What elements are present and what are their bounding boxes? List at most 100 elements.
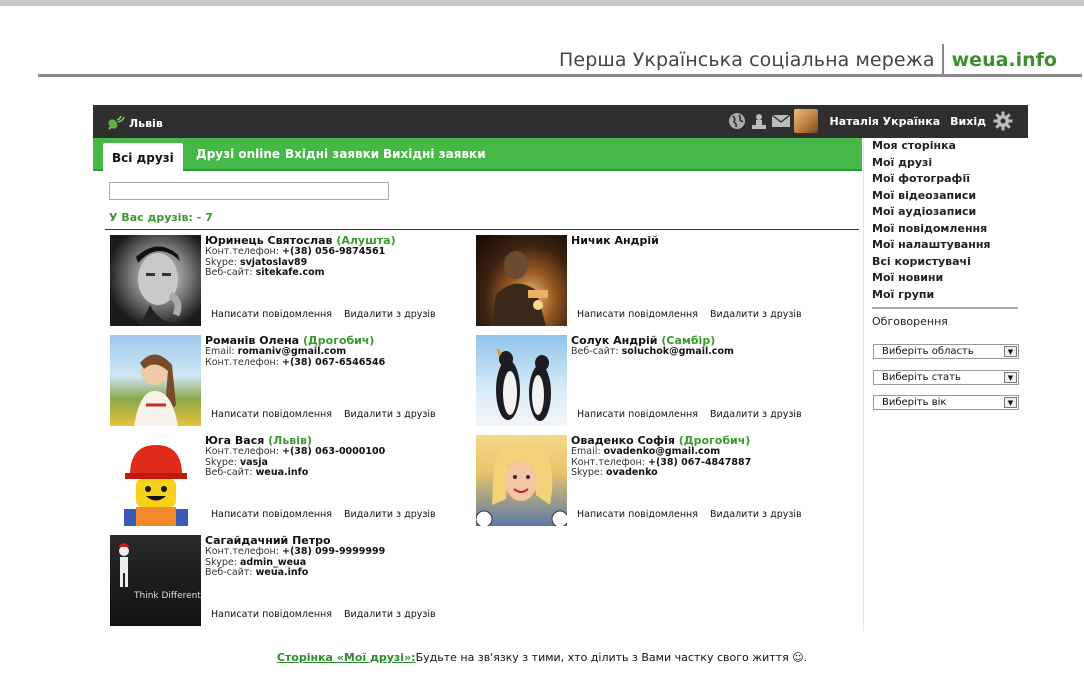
globe-icon[interactable]	[726, 109, 748, 133]
gear-icon[interactable]	[992, 109, 1014, 133]
region-select[interactable]: Виберіть область ▼	[873, 344, 1019, 359]
write-message-link[interactable]: Написати повідомлення	[211, 409, 332, 420]
friend-info: Солук Андрій (Самбір) Веб-сайт: soluchok…	[571, 335, 831, 358]
app-window: Львів Наталія Українка Вихід Всі друзі Д…	[93, 105, 1028, 631]
site-header: Перша Українська соціальна мережа weua.i…	[559, 44, 1057, 76]
friend-website: Веб-сайт: sitekafe.com	[205, 267, 325, 278]
site-tagline: Перша Українська соціальна мережа	[559, 49, 935, 71]
friend-info: Ничик Андрій	[571, 235, 831, 247]
friend-card: Юринець Святослав (Алушта) Конт.телефон:…	[105, 231, 465, 326]
friend-actions: Написати повідомлення Видалити з друзів	[577, 309, 802, 320]
user-avatar[interactable]	[793, 109, 818, 133]
remove-friend-link[interactable]: Видалити з друзів	[710, 309, 802, 320]
city-indicator[interactable]: Львів	[107, 115, 163, 131]
remove-friend-link[interactable]: Видалити з друзів	[344, 409, 436, 420]
friend-card: Think Different Сагайдачний Петро Конт.т…	[105, 531, 465, 626]
friend-info: Юга Вася (Львів) Конт.телефон: +(38) 063…	[205, 435, 465, 479]
gender-select[interactable]: Виберіть стать ▼	[873, 370, 1019, 385]
write-message-link[interactable]: Написати повідомлення	[211, 609, 332, 620]
friend-name[interactable]: Ничик Андрій	[571, 234, 659, 247]
city-name: Львів	[129, 116, 163, 130]
tab-all-friends[interactable]: Всі друзі	[103, 143, 183, 173]
caption-link[interactable]: Сторінка «Мої друзі»:	[277, 651, 416, 664]
logout-link[interactable]: Вихід	[950, 115, 986, 128]
chevron-down-icon[interactable]: ▼	[1004, 372, 1017, 383]
write-message-link[interactable]: Написати повідомлення	[577, 309, 698, 320]
friends-count: У Вас друзів: - 7	[109, 211, 213, 224]
sidebar: Моя сторінка Мої друзі Мої фотографії Мо…	[863, 138, 1028, 631]
friend-website: Веб-сайт: weua.info	[205, 567, 309, 578]
photo-caption: Think Different	[133, 591, 201, 601]
tab-friends-online[interactable]: Друзі online	[196, 147, 280, 161]
friend-actions: Написати повідомлення Видалити з друзів	[577, 509, 802, 520]
remove-friend-link[interactable]: Видалити з друзів	[344, 609, 436, 620]
age-select[interactable]: Виберіть вік ▼	[873, 395, 1019, 410]
sidebar-item-my-news[interactable]: Мої новини	[872, 270, 990, 287]
sidebar-item-my-messages[interactable]: Мої повідомлення	[872, 221, 990, 238]
friend-actions: Написати повідомлення Видалити з друзів	[577, 409, 802, 420]
list-divider	[105, 229, 859, 230]
mail-icon[interactable]	[770, 109, 792, 133]
friends-tabs: Всі друзі Друзі online Вхідні заявки Вих…	[93, 138, 862, 173]
sidebar-item-my-videos[interactable]: Мої відеозаписи	[872, 188, 990, 205]
remove-friend-link[interactable]: Видалити з друзів	[710, 509, 802, 520]
friend-actions: Написати повідомлення Видалити з друзів	[211, 609, 436, 620]
user-name[interactable]: Наталія Українка	[830, 115, 941, 128]
friend-card: Солук Андрій (Самбір) Веб-сайт: soluchok…	[471, 331, 831, 426]
friend-photo[interactable]	[476, 235, 567, 326]
friend-info: Романів Олена (Дрогобич) Email: romaniv@…	[205, 335, 465, 368]
sidebar-menu: Моя сторінка Мої друзі Мої фотографії Мо…	[872, 138, 990, 303]
write-message-link[interactable]: Написати повідомлення	[211, 309, 332, 320]
remove-friend-link[interactable]: Видалити з друзів	[344, 309, 436, 320]
friend-info: Оваденко Софія (Дрогобич) Email: ovadenk…	[571, 435, 831, 479]
friend-skype: Skype: ovadenko	[571, 467, 658, 478]
user-controls: Наталія Українка Вихід	[726, 109, 1015, 133]
friend-card: Оваденко Софія (Дрогобич) Email: ovadenk…	[471, 431, 831, 526]
write-message-link[interactable]: Написати повідомлення	[211, 509, 332, 520]
sidebar-item-all-users[interactable]: Всі користувачі	[872, 254, 990, 271]
friend-info: Сагайдачний Петро Конт.телефон: +(38) 09…	[205, 535, 465, 579]
discussions-link[interactable]: Обговорення	[872, 315, 948, 328]
sidebar-item-my-audio[interactable]: Мої аудіозаписи	[872, 204, 990, 221]
sidebar-divider	[872, 307, 1018, 309]
chevron-down-icon[interactable]: ▼	[1004, 397, 1017, 408]
friend-actions: Написати повідомлення Видалити з друзів	[211, 509, 436, 520]
friend-photo[interactable]	[110, 335, 201, 426]
header-rule	[38, 74, 1082, 77]
header-separator	[941, 44, 944, 76]
friend-info: Юринець Святослав (Алушта) Конт.телефон:…	[205, 235, 465, 279]
friend-card: Романів Олена (Дрогобич) Email: romaniv@…	[105, 331, 465, 426]
gender-select-value: Виберіть стать	[882, 372, 961, 383]
friend-photo[interactable]	[476, 335, 567, 426]
satellite-icon	[108, 115, 125, 130]
friend-card: Ничик Андрій Написати повідомлення Видали…	[471, 231, 831, 326]
search-input[interactable]	[109, 182, 389, 200]
remove-friend-link[interactable]: Видалити з друзів	[344, 509, 436, 520]
sidebar-item-my-groups[interactable]: Мої групи	[872, 287, 990, 304]
friend-photo[interactable]	[110, 435, 201, 526]
sidebar-item-my-page[interactable]: Моя сторінка	[872, 138, 990, 155]
caption-text: Будьте на зв'язку з тими, хто ділить з В…	[415, 651, 808, 664]
top-border	[0, 0, 1084, 6]
friend-photo[interactable]	[476, 435, 567, 526]
page-caption: Сторінка «Мої друзі»:Будьте на зв'язку з…	[0, 651, 1084, 664]
sidebar-item-my-settings[interactable]: Мої налаштування	[872, 237, 990, 254]
sidebar-item-my-friends[interactable]: Мої друзі	[872, 155, 990, 172]
site-brand[interactable]: weua.info	[952, 49, 1057, 71]
age-select-value: Виберіть вік	[882, 397, 947, 408]
tab-outgoing-requests[interactable]: Вихідні заявки	[383, 147, 486, 161]
friend-photo[interactable]: Think Different	[110, 535, 201, 626]
tab-incoming-requests[interactable]: Вхідні заявки	[285, 147, 379, 161]
friend-phone: Конт.телефон: +(38) 067-6546546	[205, 356, 386, 368]
write-message-link[interactable]: Написати повідомлення	[577, 509, 698, 520]
chevron-down-icon[interactable]: ▼	[1004, 346, 1017, 357]
sidebar-item-my-photos[interactable]: Мої фотографії	[872, 171, 990, 188]
region-select-value: Виберіть область	[882, 346, 974, 357]
friend-photo[interactable]	[110, 235, 201, 326]
write-message-link[interactable]: Написати повідомлення	[577, 409, 698, 420]
users-icon[interactable]	[748, 109, 770, 133]
remove-friend-link[interactable]: Видалити з друзів	[710, 409, 802, 420]
friend-website: Веб-сайт: weua.info	[205, 467, 309, 478]
friend-actions: Написати повідомлення Видалити з друзів	[211, 409, 436, 420]
friend-actions: Написати повідомлення Видалити з друзів	[211, 309, 436, 320]
